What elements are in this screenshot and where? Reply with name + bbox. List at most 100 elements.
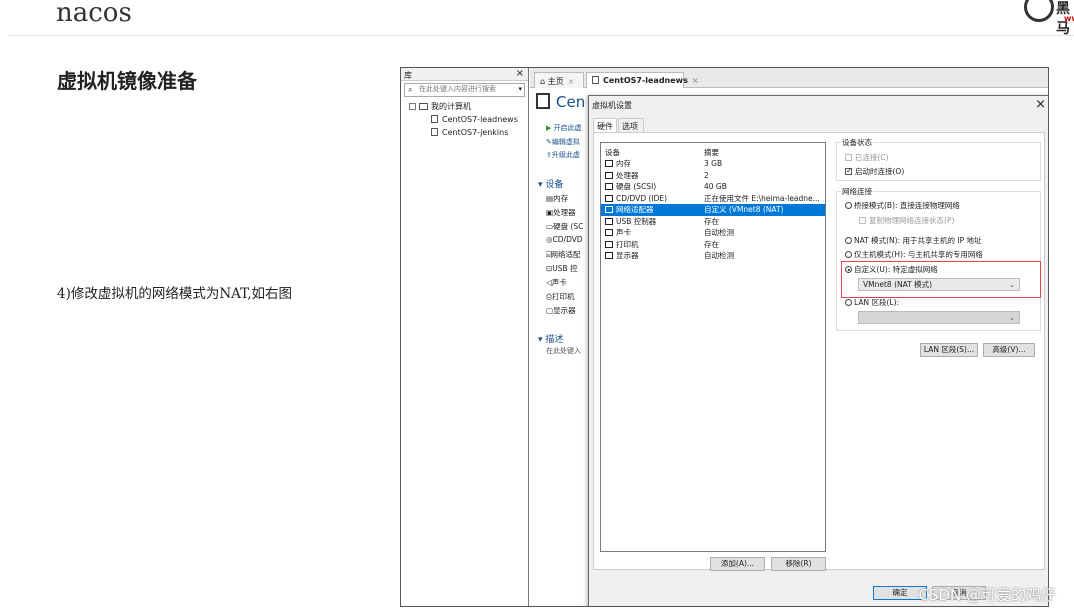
chevron-down-icon[interactable]: ▾ [518,85,522,93]
dialog-title: 虚拟机设置 [592,101,632,110]
tab-options[interactable]: 选项 [618,118,644,132]
lan-segment-select[interactable]: ⌄ [858,311,1020,324]
disk-icon [605,183,613,190]
device-summary: 自动检测 [704,251,734,260]
summary-column-header: 摘要 [704,148,719,157]
device-disk[interactable]: ▭硬盘 (SC [546,221,583,232]
device-memory[interactable]: ▤内存 [546,193,568,204]
tree-item-my-computer[interactable]: 我的计算机 [401,100,528,113]
device-label: 打印机 [552,292,575,301]
library-title: 库 [404,71,412,80]
close-icon[interactable]: × [568,77,575,86]
device-row[interactable]: 显示器 自动检测 [601,250,825,262]
device-network[interactable]: ⌸网络适配 [546,249,581,260]
radio-icon [845,237,852,244]
action-label: 开启此虚 [553,124,582,132]
power-on-link[interactable]: ▶ 开启此虚 [546,123,582,133]
device-list: 设备 摘要 内存 3 GB 处理器 2 硬盘 (SCSI) 40 GB CD/D… [600,142,826,552]
vm-title-text: Cen [556,93,586,111]
radio-icon [845,251,852,258]
device-name: 内存 [616,159,631,168]
device-status-group: 设备状态 已连接(C) ✓ 启动时连接(O) [836,137,1041,181]
radio-label: 仅主机模式(H): 与主机共享的专用网络 [854,250,983,259]
device-row-selected[interactable]: 网络适配器 自定义 (VMnet8 (NAT) [601,204,825,216]
step-instruction: 4)修改虚拟机的网络模式为NAT,如右图 [57,286,292,302]
add-device-button[interactable]: 添加(A)... [710,557,765,571]
lan-segment-radio[interactable]: LAN 区段(L): [845,297,899,308]
library-search[interactable]: ⌕ ▾ [404,83,525,97]
lan-segments-button[interactable]: LAN 区段(S)... [920,343,978,357]
checkbox-icon [859,217,866,224]
bridged-radio[interactable]: 桥接模式(B): 直接连接物理网络 [845,200,960,211]
tab-vm[interactable]: CentOS7-leadnews × [586,72,699,88]
checkbox-icon [845,154,852,161]
tree-item-vm[interactable]: CentOS7-jenkins [401,126,528,139]
device-cdrom[interactable]: ◎CD/DVD [546,235,583,244]
nat-radio[interactable]: NAT 模式(N): 用于共享主机的 IP 地址 [845,235,982,246]
section-label: 设备 [545,180,564,190]
monitor-icon [605,252,613,259]
device-row[interactable]: 声卡 自动检测 [601,227,825,239]
play-icon: ▶ [546,124,552,132]
vm-icon [592,76,599,84]
checkbox-label: 启动时连接(O) [855,167,905,176]
device-name: 打印机 [616,239,639,249]
description-placeholder[interactable]: 在此处键入 [546,346,581,356]
device-label: 声卡 [551,278,567,287]
host-only-radio[interactable]: 仅主机模式(H): 与主机共享的专用网络 [845,249,983,260]
search-icon: ⌕ [408,85,413,94]
device-row[interactable]: USB 控制器 存在 [601,216,825,228]
action-label: 升级此虚 [551,151,580,159]
remove-device-button[interactable]: 移除(R) [771,557,826,571]
tree-item-vm[interactable]: CentOS7-leadnews [401,113,528,126]
device-row[interactable]: 硬盘 (SCSI) 40 GB [601,181,825,193]
brand-logo: 黑马 www. [1012,0,1074,37]
chevron-down-icon: ⌄ [1008,313,1015,322]
connect-at-power-on-checkbox[interactable]: ✓ 启动时连接(O) [845,166,904,177]
vm-title: Cen [536,93,585,111]
network-connection-group: 网络连接 桥接模式(B): 直接连接物理网络 复制物理网络连接状态(P) NAT… [836,186,1041,331]
device-printer[interactable]: ⎙打印机 [546,291,575,302]
device-row[interactable]: 内存 3 GB [601,158,825,170]
advanced-button[interactable]: 高级(V)... [983,343,1035,357]
library-panel: 库 × ⌕ ▾ 我的计算机 CentOS7-leadnews CentOS7-j… [401,68,529,606]
vm-settings-dialog: 虚拟机设置 × 硬件 选项 设备 摘要 内存 3 GB 处理器 2 硬盘 (SC [588,95,1048,606]
tab-hardware[interactable]: 硬件 [593,118,617,132]
device-name: USB 控制器 [616,216,657,226]
checkbox-label: 复制物理网络连接状态(P) [869,216,955,225]
group-title: 设备状态 [841,137,873,148]
replicate-state-checkbox[interactable]: 复制物理网络连接状态(P) [859,215,954,226]
library-close-icon[interactable]: × [516,68,524,79]
device-label: 处理器 [553,208,576,217]
csdn-watermark: CSDN @可爱的鸡仔 [918,586,1056,604]
devices-section-header[interactable]: ▾ 设备 [538,177,563,190]
dialog-close-icon[interactable]: × [1035,97,1046,112]
device-summary: 40 GB [704,182,727,191]
collapse-icon[interactable] [409,103,416,110]
device-usb[interactable]: ⊡USB 控 [546,263,578,274]
upgrade-vm-link[interactable]: ⇪升级此虚 [546,150,580,160]
highlight-box [841,261,1041,298]
device-row[interactable]: CD/DVD (IDE) 正在使用文件 E:\heima-leadne... [601,193,825,205]
section-label: 描述 [545,335,564,345]
slide-title: nacos [56,0,132,28]
device-sound[interactable]: ◁声卡 [546,277,567,288]
header-divider [8,35,1074,36]
device-name: CD/DVD (IDE) [616,193,668,203]
device-row[interactable]: 打印机 存在 [601,239,825,251]
close-icon[interactable]: × [692,76,699,85]
device-row[interactable]: 处理器 2 [601,170,825,182]
device-summary: 正在使用文件 E:\heima-leadne... [704,193,820,203]
device-name: 处理器 [616,170,639,180]
computer-icon [419,103,428,110]
connected-checkbox[interactable]: 已连接(C) [845,152,889,163]
device-cpu[interactable]: ▣处理器 [546,207,576,218]
device-name: 显示器 [616,251,639,260]
library-search-input[interactable] [419,85,509,93]
device-display[interactable]: ▢显示器 [546,305,576,316]
device-label: CD/DVD [552,235,583,244]
logo-mark-icon [1024,0,1054,22]
tab-home[interactable]: ⌂ 主页 × [534,72,584,88]
edit-vm-link[interactable]: ✎编辑虚拟 [546,137,580,147]
description-section-header[interactable]: ▾ 描述 [538,332,563,345]
